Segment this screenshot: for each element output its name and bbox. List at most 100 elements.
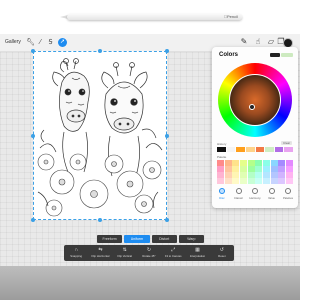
history-swatch[interactable] (217, 147, 226, 152)
gallery-button[interactable]: Gallery (5, 39, 21, 45)
transform-handle-top-right[interactable] (165, 49, 169, 53)
smudge-icon[interactable]: ☝︎ (253, 37, 263, 47)
palette-swatch[interactable] (262, 160, 271, 166)
palette-swatch[interactable] (232, 166, 240, 172)
transform-mode-bar: Freeform Uniform Distort Warp (97, 235, 204, 243)
transform-actions-bar: ∩ Snapping ⇆ Flip Horizontal ⇅ Flip Vertical ↻… (64, 245, 234, 261)
palette-swatch[interactable] (224, 160, 232, 166)
palette-swatch[interactable] (224, 172, 232, 178)
fit-canvas-icon: ⤢ (171, 247, 176, 253)
palette-swatch[interactable] (232, 178, 240, 184)
history-swatch[interactable] (265, 147, 274, 152)
history-clear-button[interactable]: Clear (281, 141, 293, 145)
palette-swatch[interactable] (247, 172, 255, 178)
transform-action-flip-vertical[interactable]: ⇅ Flip Vertical (115, 247, 135, 258)
transform-action-interpolation[interactable]: ▦ Interpolation (188, 247, 208, 258)
magic-wand-icon[interactable]: ⁄ (36, 38, 45, 47)
history-swatch[interactable] (226, 147, 236, 152)
palette-swatch[interactable] (255, 172, 263, 178)
selection-icon[interactable]: Ꟊ (46, 38, 55, 47)
transform-action-flip-horizontal[interactable]: ⇆ Flip Horizontal (90, 247, 110, 258)
transform-mode-uniform[interactable]: Uniform (124, 235, 150, 243)
colors-panel: Colors History Clear Palette Disc Classic… (212, 47, 298, 208)
palette-swatch[interactable] (239, 160, 248, 166)
colors-tab-palettes[interactable]: Palettes (280, 188, 296, 206)
palette-swatch[interactable] (224, 178, 232, 184)
palette-swatch[interactable] (270, 160, 278, 166)
palette-swatch[interactable] (239, 172, 248, 178)
current-color-swatch[interactable] (270, 53, 280, 57)
history-swatch[interactable] (284, 147, 293, 152)
palette-swatch[interactable] (217, 160, 225, 166)
palette-swatch[interactable] (247, 166, 255, 172)
palette-swatch[interactable] (285, 172, 293, 178)
colors-tab-disc[interactable]: Disc (214, 188, 230, 206)
colors-tab-label: Value (268, 196, 275, 200)
transform-mode-warp[interactable]: Warp (178, 235, 204, 243)
previous-color-swatch[interactable] (281, 53, 293, 57)
palette-swatch[interactable] (278, 178, 286, 184)
hue-ring[interactable] (218, 63, 292, 137)
saturation-disc[interactable] (229, 74, 281, 126)
transform-action-reset[interactable]: ↺ Reset (212, 247, 232, 258)
palette-swatch[interactable] (262, 166, 271, 172)
transform-mode-freeform[interactable]: Freeform (97, 235, 123, 243)
value-icon (268, 188, 275, 194)
palette-swatch[interactable] (285, 178, 293, 184)
history-swatch[interactable] (274, 147, 284, 152)
transform-handle-right[interactable] (165, 134, 169, 138)
transform-handle-bottom-left[interactable] (31, 218, 35, 222)
palettes-icon (285, 188, 291, 194)
palette-swatch[interactable] (232, 160, 240, 166)
palette-swatch[interactable] (278, 172, 286, 178)
palette-swatch[interactable] (278, 160, 286, 166)
palette-swatch[interactable] (232, 172, 240, 178)
palette-swatch[interactable] (247, 160, 255, 166)
palette-swatch[interactable] (224, 166, 232, 172)
palette-swatch[interactable] (217, 178, 225, 184)
transform-handle-bottom[interactable] (98, 218, 102, 222)
history-swatch[interactable] (255, 147, 265, 152)
history-swatch[interactable] (236, 147, 245, 152)
palette-swatch[interactable] (285, 160, 293, 166)
palette-swatch[interactable] (255, 166, 263, 172)
brush-icon[interactable]: ✎ (239, 37, 249, 47)
colors-tab-classic[interactable]: Classic (231, 188, 247, 206)
palette-swatch[interactable] (270, 172, 278, 178)
palette-label: Palette (217, 155, 227, 159)
transform-action-rotate-45-[interactable]: ↻ Rotate 45° (139, 247, 159, 258)
history-swatch[interactable] (245, 147, 255, 152)
palette-swatch[interactable] (255, 178, 263, 184)
colors-tab-label: Classic (233, 196, 243, 200)
palette-swatch[interactable] (255, 160, 263, 166)
transform-handle-bottom-right[interactable] (165, 218, 169, 222)
transform-action-snapping[interactable]: ∩ Snapping (66, 247, 86, 258)
palette-swatch[interactable] (239, 166, 248, 172)
wrench-icon[interactable]: 🔧︎ (26, 38, 35, 47)
palette-swatch[interactable] (278, 166, 286, 172)
apple-pencil (67, 14, 242, 20)
palette-swatch[interactable] (262, 178, 271, 184)
palette-swatch[interactable] (239, 178, 248, 184)
transform-mode-distort[interactable]: Distort (151, 235, 177, 243)
palette-swatch[interactable] (217, 172, 225, 178)
transform-handle-top-left[interactable] (31, 49, 35, 53)
palette-swatch[interactable] (270, 178, 278, 184)
transform-handle-top[interactable] (98, 49, 102, 53)
drawing-canvas[interactable] (31, 49, 169, 222)
palette-swatch[interactable] (217, 166, 225, 172)
transform-icon[interactable]: ➚ (58, 38, 67, 47)
magnet-icon: ∩ (74, 247, 78, 253)
palette-swatch[interactable] (262, 172, 271, 178)
palette-swatch[interactable] (270, 166, 278, 172)
transform-action-label: Interpolation (189, 254, 206, 258)
colors-tab-value[interactable]: Value (264, 188, 280, 206)
palette-swatch[interactable] (285, 166, 293, 172)
eraser-icon[interactable]: ▱ (266, 37, 276, 47)
transform-action-fit-to-canvas[interactable]: ⤢ Fit to Canvas (163, 247, 183, 258)
palette-swatch[interactable] (247, 178, 255, 184)
flip-vertical-icon: ⇅ (122, 247, 127, 253)
colors-tab-harmony[interactable]: Harmony (247, 188, 263, 206)
color-picker-marker[interactable] (249, 104, 255, 110)
transform-handle-left[interactable] (31, 134, 35, 138)
